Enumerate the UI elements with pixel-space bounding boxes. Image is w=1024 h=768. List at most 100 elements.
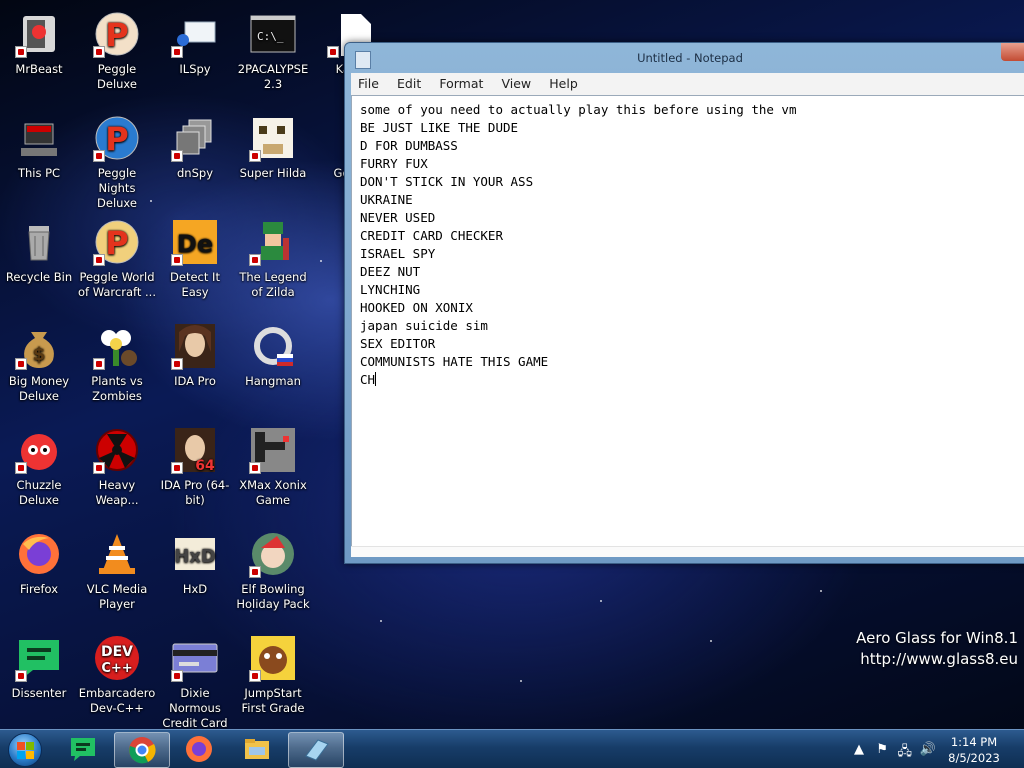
desktop-icon-hxd[interactable]: HxD HxD — [156, 524, 234, 597]
action-center-flag-icon[interactable]: ⚑ — [876, 742, 888, 757]
desktop-icon-ilspy[interactable]: ILSpy — [156, 4, 234, 77]
desktop-icon-dnspy[interactable]: dnSpy — [156, 108, 234, 181]
recycle-bin-icon — [15, 218, 63, 266]
desktop-icon-ida-pro[interactable]: IDA Pro — [156, 316, 234, 389]
text-line: CREDIT CARD CHECKER — [360, 228, 503, 243]
desktop-icon-2pacalypse[interactable]: C:\_ 2PACALYPSE 2.3 — [234, 4, 312, 92]
text-line: ISRAEL SPY — [360, 246, 436, 261]
text-line: D FOR DUMBASS — [360, 138, 458, 153]
vlc-icon — [93, 530, 141, 578]
desktop-icon-chuzzle[interactable]: Chuzzle Deluxe — [0, 420, 78, 508]
desktop-icon-vlc[interactable]: VLC Media Player — [78, 524, 156, 612]
super-hilda-icon — [249, 114, 297, 162]
close-button[interactable] — [1001, 43, 1024, 61]
desktop-icon-recycle-bin[interactable]: Recycle Bin — [0, 212, 78, 285]
desktop-icon-hangman[interactable]: Hangman — [234, 316, 312, 389]
text-line: FURRY FUX — [360, 156, 428, 171]
desktop-icon-ida-pro-64[interactable]: 64 IDA Pro (64-bit) — [156, 420, 234, 508]
desktop-icon-label: Plants vs Zombies — [91, 374, 143, 403]
clock-date: 8/5/2023 — [948, 751, 1000, 765]
desktop-icon-peggle-nights[interactable]: P Peggle Nights Deluxe — [78, 108, 156, 211]
svg-text:HxD: HxD — [174, 546, 216, 567]
mrbeast-icon — [15, 10, 63, 58]
taskbar-firefox[interactable] — [172, 732, 226, 766]
taskbar-file-explorer[interactable] — [230, 732, 284, 766]
menu-help[interactable]: Help — [542, 73, 584, 91]
dissenter-icon — [69, 735, 97, 763]
desktop-icon-peggle-wow[interactable]: P Peggle World of Warcraft ... — [78, 212, 156, 300]
dissenter-icon — [15, 634, 63, 682]
watermark-line2: http://www.glass8.eu — [860, 650, 1018, 668]
desktop-icon-xmax-xonix[interactable]: XMax Xonix Game — [234, 420, 312, 508]
desktop-icon-peggle-deluxe[interactable]: P Peggle Deluxe — [78, 4, 156, 92]
desktop-icon-heavy-weapon[interactable]: Heavy Weap... — [78, 420, 156, 508]
clock-time: 1:14 PM — [950, 735, 998, 749]
desktop-icon-label: Elf Bowling Holiday Pack — [236, 582, 310, 611]
window-title: Untitled - Notepad — [637, 51, 743, 65]
svg-text:$: $ — [33, 344, 46, 365]
desktop-icon-label: XMax Xonix Game — [239, 478, 307, 507]
clock[interactable]: 1:14 PM 8/5/2023 — [944, 734, 1004, 766]
taskbar-chrome[interactable] — [114, 732, 170, 768]
menu-file[interactable]: File — [351, 73, 385, 91]
desktop-icon-label: Detect It Easy — [170, 270, 220, 299]
aero-glass-watermark: Aero Glass for Win8.1 http://www.glass8.… — [856, 628, 1018, 670]
desktop-icon-label: 2PACALYPSE 2.3 — [237, 62, 309, 91]
svg-text:DEV: DEV — [101, 644, 133, 660]
peggle-nights-icon: P — [93, 114, 141, 162]
desktop-icon-label: HxD — [182, 582, 208, 596]
taskbar-notepad[interactable] — [288, 732, 344, 768]
desktop-icon-dissenter[interactable]: Dissenter — [0, 628, 78, 701]
credit-card-icon — [171, 634, 219, 682]
network-icon[interactable]: 🖧 — [898, 742, 913, 764]
text-line: DEEZ NUT — [360, 264, 421, 279]
peggle-wow-icon: P — [93, 218, 141, 266]
text-line: japan suicide sim — [360, 318, 488, 333]
title-bar[interactable]: Untitled - Notepad — [345, 43, 1024, 73]
notepad-window[interactable]: Untitled - Notepad File Edit Format View… — [344, 42, 1024, 564]
desktop-icon-legend-of-zilda[interactable]: The Legend of Zilda — [234, 212, 312, 300]
file-explorer-icon — [243, 735, 271, 763]
svg-text:P: P — [105, 16, 128, 54]
menu-view[interactable]: View — [494, 73, 537, 91]
text-line: some of you need to actually play this b… — [360, 102, 797, 117]
windows-logo-icon — [8, 733, 42, 767]
desktop-icon-label: Peggle Nights Deluxe — [97, 166, 137, 210]
show-hidden-icons-icon[interactable]: ▲ — [854, 742, 864, 757]
desktop-icon-super-hilda[interactable]: Super Hilda — [234, 108, 312, 181]
start-button[interactable] — [4, 731, 46, 767]
plants-vs-zombies-icon — [93, 322, 141, 370]
desktop-icon-label: Peggle World of Warcraft ... — [78, 270, 156, 299]
text-line: COMMUNISTS HATE THIS GAME — [360, 354, 549, 369]
desktop-icon-label: Heavy Weap... — [95, 478, 139, 507]
desktop-icon-detect-it-easy[interactable]: De Detect It Easy — [156, 212, 234, 300]
desktop-icon-firefox[interactable]: Firefox — [0, 524, 78, 597]
desktop-icon-label: MrBeast — [15, 62, 63, 76]
money-bag-icon: $ — [15, 322, 63, 370]
desktop-icon-big-money[interactable]: $ Big Money Deluxe — [0, 316, 78, 404]
text-caret — [375, 372, 377, 386]
watermark-line1: Aero Glass for Win8.1 — [856, 629, 1018, 647]
menu-format[interactable]: Format — [432, 73, 489, 91]
text-line: DON'T STICK IN YOUR ASS — [360, 174, 534, 189]
menu-edit[interactable]: Edit — [390, 73, 427, 91]
taskbar-dissenter[interactable] — [56, 732, 110, 766]
text-line: LYNCHING — [360, 282, 421, 297]
text-editor[interactable]: some of you need to actually play this b… — [351, 95, 1024, 557]
svg-text:P: P — [105, 120, 128, 158]
volume-icon[interactable]: 🔊 — [920, 742, 936, 757]
text-line: NEVER USED — [360, 210, 436, 225]
desktop-icon-elf-bowling[interactable]: Elf Bowling Holiday Pack — [234, 524, 312, 612]
desktop-icon-this-pc[interactable]: This PC — [0, 108, 78, 181]
desktop-icon-dev-cpp[interactable]: DEV C++ Embarcadero Dev-C++ — [78, 628, 156, 716]
desktop-icon-label: Chuzzle Deluxe — [16, 478, 62, 507]
desktop-icon-pvz[interactable]: Plants vs Zombies — [78, 316, 156, 404]
horizontal-scrollbar[interactable] — [351, 546, 1024, 557]
desktop-icon-label: ILSpy — [179, 62, 211, 76]
desktop-icon-mrbeast[interactable]: MrBeast — [0, 4, 78, 77]
svg-text:64: 64 — [195, 458, 215, 474]
desktop-icon-label: Embarcadero Dev-C++ — [78, 686, 156, 715]
desktop-icon-jumpstart[interactable]: JumpStart First Grade — [234, 628, 312, 716]
elf-bowling-icon — [249, 530, 297, 578]
desktop-icon-label: JumpStart First Grade — [241, 686, 305, 715]
